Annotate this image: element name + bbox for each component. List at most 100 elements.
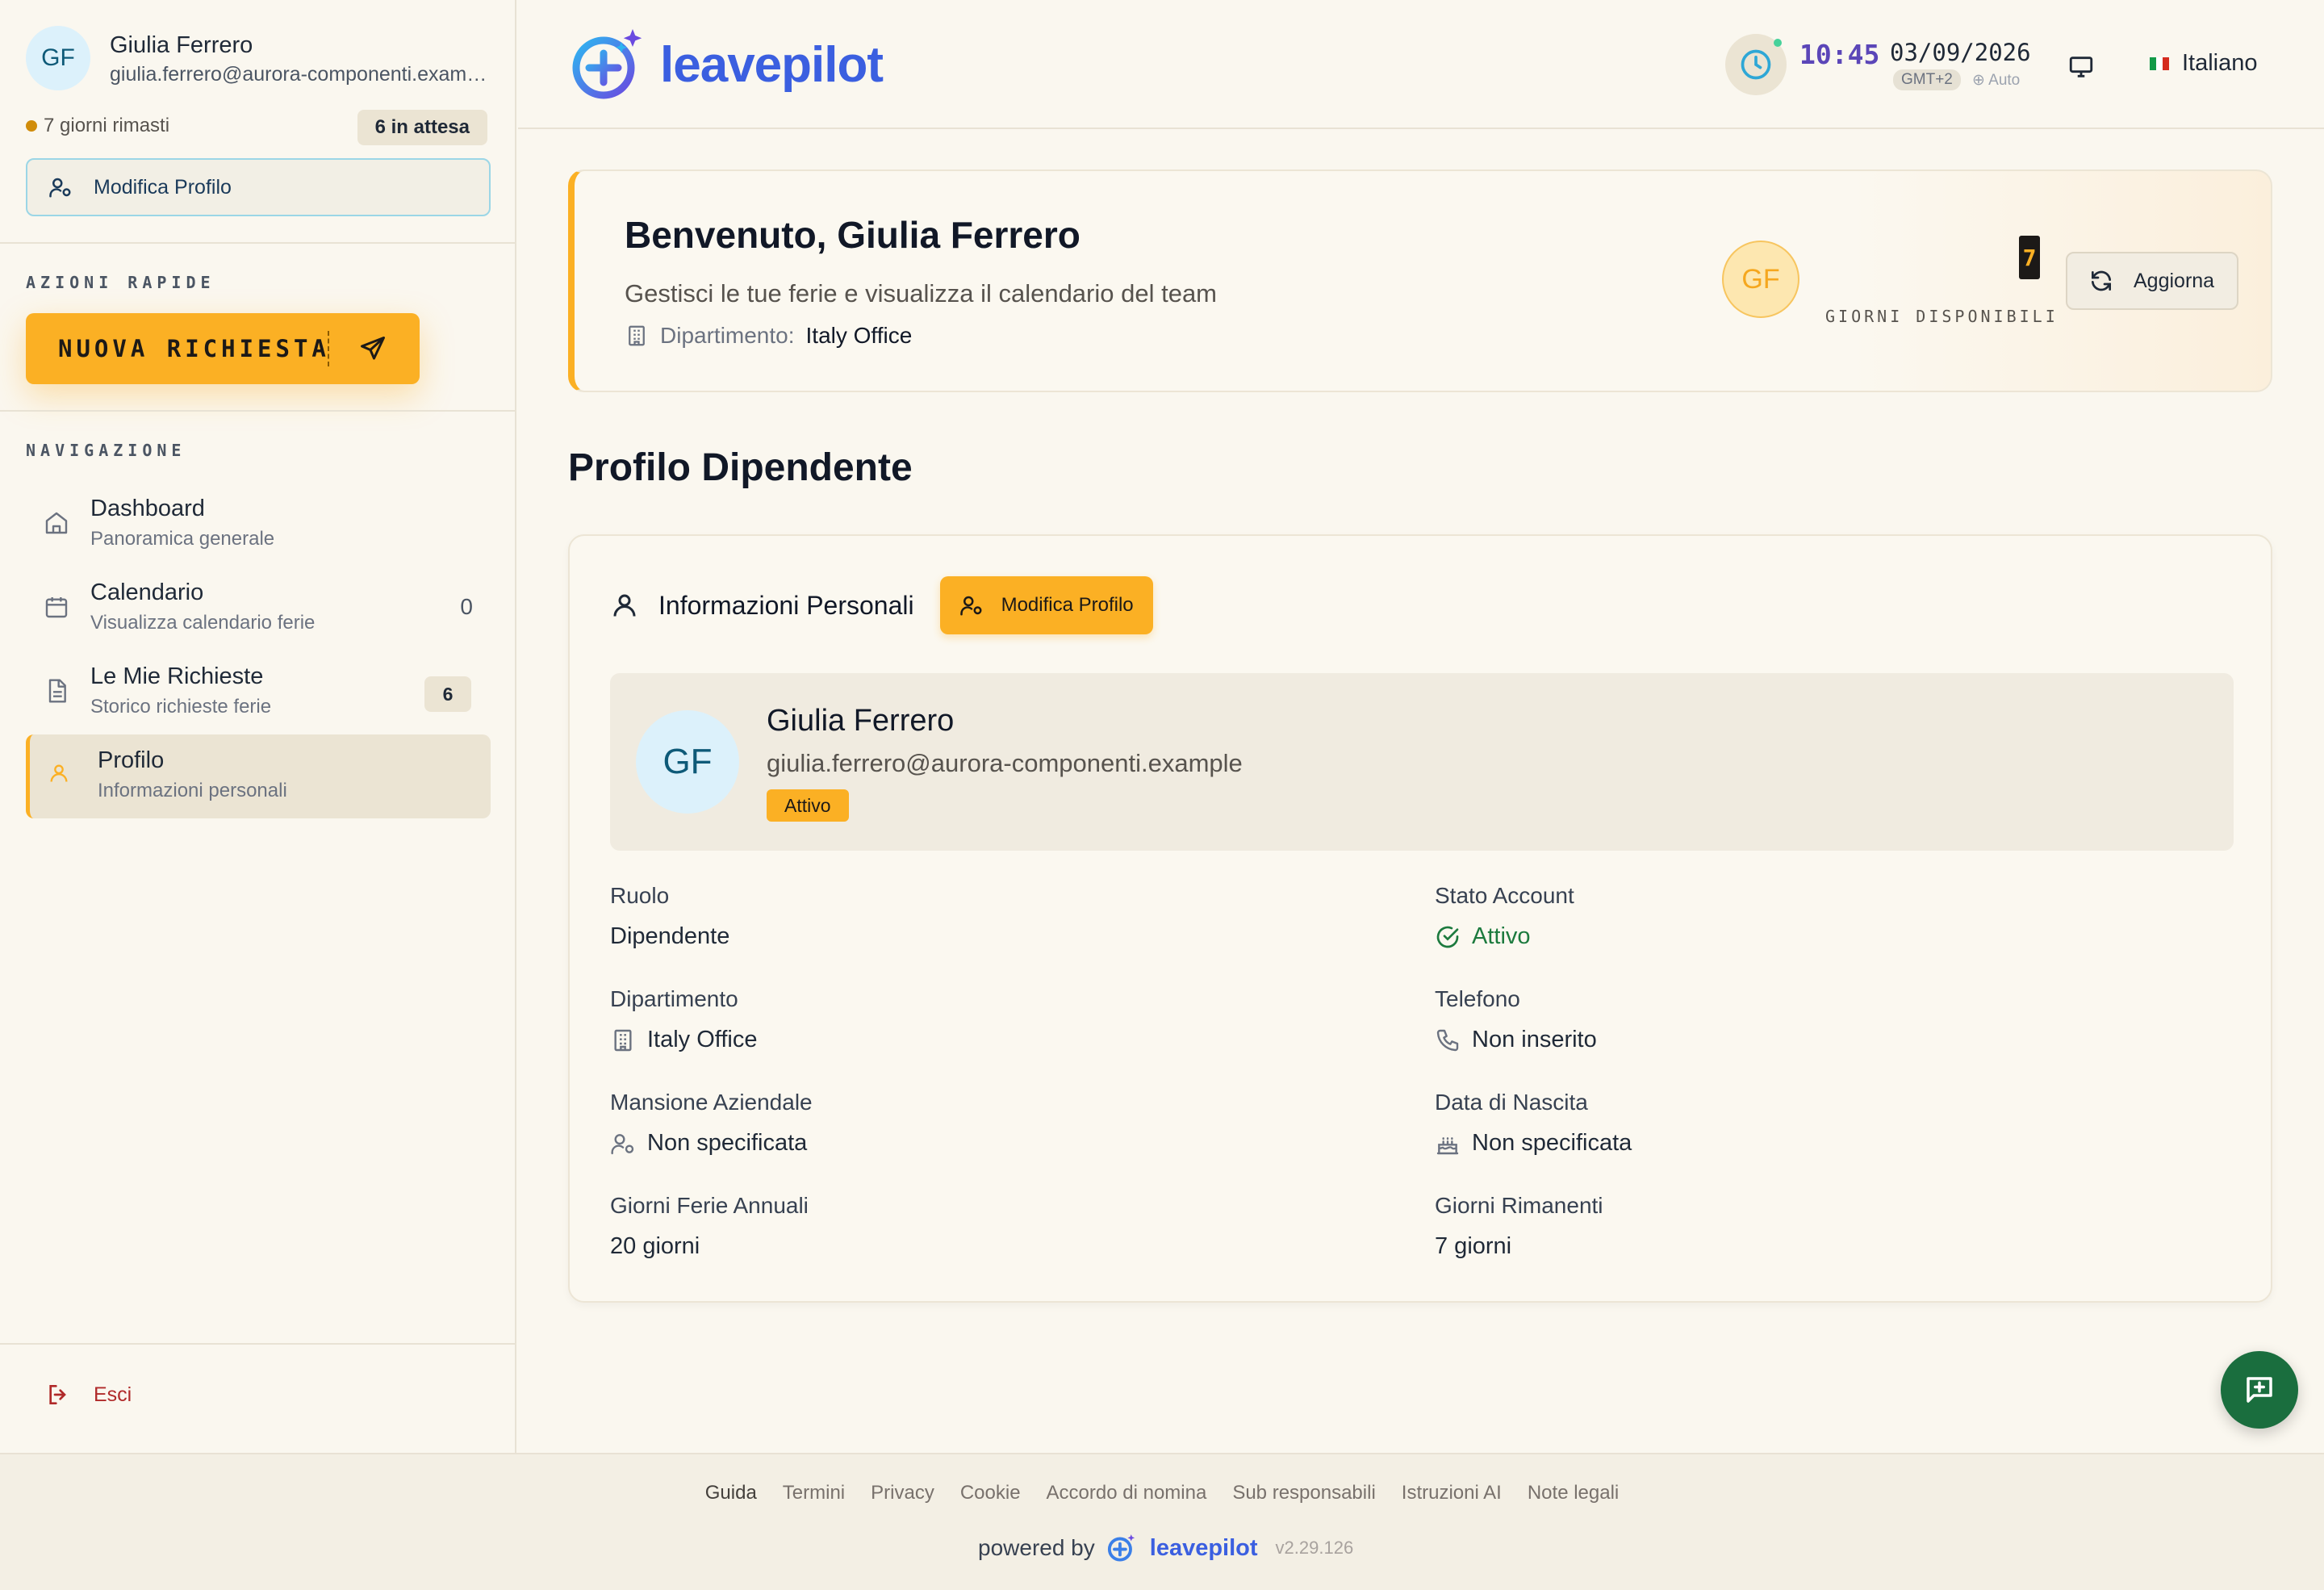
user-cog-icon <box>959 596 982 616</box>
welcome-card: Benvenuto, Giulia Ferrero Gestisci le tu… <box>568 169 2272 392</box>
sidebar-item-profile[interactable]: Profilo Informazioni personali <box>26 734 491 818</box>
nav-badge: 6 <box>424 676 471 712</box>
footer-link-appointment[interactable]: Accordo di nomina <box>1047 1482 1207 1504</box>
auto-label: Auto <box>1988 72 2021 89</box>
sidebar-item-calendar[interactable]: Calendario Visualizza calendario ferie 0 <box>26 567 491 651</box>
edit-profile-label: Modifica Profilo <box>94 175 232 199</box>
logout-button[interactable]: Esci <box>45 1382 132 1408</box>
footer: Guida Termini Privacy Cookie Accordo di … <box>0 1453 2324 1590</box>
top-header: leavepilot 10:45 03/09/2026 GMT+2 ⊕ Auto… <box>518 0 2324 129</box>
footer-link-cookie[interactable]: Cookie <box>960 1482 1021 1504</box>
monitor-icon[interactable] <box>2067 53 2095 81</box>
footer-link-ai-instructions[interactable]: Istruzioni AI <box>1402 1482 1502 1504</box>
field-value: Non specificata <box>1435 1130 2161 1157</box>
days-available-label: GIORNI DISPONIBILI <box>1825 307 2059 326</box>
nav-subtitle: Panoramica generale <box>90 528 275 550</box>
annual-value: 20 giorni <box>610 1233 700 1259</box>
field-value: 7 giorni <box>1435 1233 2161 1260</box>
timezone-auto: ⊕ Auto <box>1972 71 2020 90</box>
sidebar: GF Giulia Ferrero giulia.ferrero@aurora-… <box>0 0 516 1453</box>
footer-link-guide[interactable]: Guida <box>705 1482 757 1504</box>
field-value: 20 giorni <box>610 1233 1336 1260</box>
field-value: Attivo <box>1435 923 2161 950</box>
footer-link-subprocessors[interactable]: Sub responsabili <box>1232 1482 1375 1504</box>
refresh-button[interactable]: Aggiorna <box>2066 252 2238 310</box>
field-value: Non specificata <box>610 1130 1336 1157</box>
role-value: Dipendente <box>610 923 730 949</box>
profile-email: giulia.ferrero@aurora-componenti.example <box>767 749 1243 777</box>
field-remaining-days: Giorni Rimanenti 7 giorni <box>1435 1193 2161 1260</box>
app-version: v2.29.126 <box>1275 1538 1354 1558</box>
status-badge: Attivo <box>767 789 849 822</box>
building-icon <box>629 325 645 346</box>
send-icon <box>361 337 385 360</box>
logo-plus-icon <box>1107 1534 1135 1562</box>
job-value: Non specificata <box>647 1130 808 1156</box>
divider <box>0 242 516 244</box>
check-circle-icon <box>1436 926 1459 948</box>
navigation-heading: NAVIGAZIONE <box>26 441 186 460</box>
avatar: GF <box>1722 241 1799 318</box>
profile-summary: GF Giulia Ferrero giulia.ferrero@aurora-… <box>610 673 2234 851</box>
profile-card-header: Informazioni Personali Modifica Profilo <box>610 576 1153 634</box>
building-icon <box>614 1029 632 1051</box>
leavepilot-logo[interactable]: leavepilot <box>568 23 884 107</box>
user-icon <box>613 594 636 617</box>
field-label: Dipartimento <box>610 986 738 1011</box>
field-role: Ruolo Dipendente <box>610 883 1336 950</box>
refresh-label: Aggiorna <box>2134 269 2215 292</box>
field-label: Telefono <box>1435 986 1520 1011</box>
edit-profile-button[interactable]: Modifica Profilo <box>26 158 491 216</box>
field-label: Ruolo <box>610 883 670 908</box>
nav-title: Le Mie Richieste <box>90 663 264 689</box>
user-name: Giulia Ferrero <box>110 32 253 58</box>
sidebar-item-dashboard[interactable]: Dashboard Panoramica generale <box>26 483 491 567</box>
logout-label: Esci <box>94 1383 132 1406</box>
welcome-subtitle: Gestisci le tue ferie e visualizza il ca… <box>625 279 1218 308</box>
birth-value: Non specificata <box>1472 1130 1632 1156</box>
footer-link-legal[interactable]: Note legali <box>1528 1482 1619 1504</box>
welcome-title: Benvenuto, Giulia Ferrero <box>625 214 1080 256</box>
powered-by: powered by leavepilot v2.29.126 <box>978 1532 1353 1564</box>
new-request-button[interactable]: NUOVA RICHIESTA <box>26 313 420 384</box>
profile-card: Informazioni Personali Modifica Profilo … <box>568 534 2272 1303</box>
footer-link-terms[interactable]: Termini <box>783 1482 845 1504</box>
nav-title: Calendario <box>90 580 204 605</box>
footer-logo-text[interactable]: leavepilot <box>1150 1535 1258 1562</box>
italy-flag-icon <box>2150 56 2169 70</box>
language-label: Italiano <box>2182 50 2258 76</box>
field-value: Dipendente <box>610 923 1336 950</box>
field-department: Dipartimento Italy Office <box>610 986 1336 1053</box>
days-remaining-label: 7 giorni rimasti <box>44 115 170 136</box>
field-value: Non inserito <box>1435 1027 2161 1053</box>
nav-count: 0 <box>460 594 473 619</box>
nav-title: Dashboard <box>90 496 205 521</box>
language-selector[interactable]: Italiano <box>2150 50 2258 77</box>
remaining-value: 7 giorni <box>1435 1233 1512 1259</box>
chat-button[interactable] <box>2221 1351 2298 1429</box>
globe-icon: ⊕ <box>1972 72 1985 89</box>
field-label: Data di Nascita <box>1435 1090 1588 1115</box>
quick-actions-heading: AZIONI RAPIDE <box>26 273 215 292</box>
current-time: 10:45 <box>1799 39 1880 70</box>
logo-plus-icon <box>572 29 642 99</box>
user-cog-icon <box>611 1133 634 1154</box>
nav-title: Profilo <box>98 747 165 773</box>
section-title: Informazioni Personali <box>658 590 914 620</box>
edit-profile-button[interactable]: Modifica Profilo <box>939 576 1153 634</box>
footer-link-privacy[interactable]: Privacy <box>871 1482 934 1504</box>
home-icon <box>45 512 68 534</box>
department-value: Italy Office <box>647 1027 758 1052</box>
avatar: GF <box>636 710 739 814</box>
field-account-status: Stato Account Attivo <box>1435 883 2161 950</box>
days-available-counter: 7 <box>2019 236 2040 279</box>
chat-plus-icon <box>2247 1377 2272 1403</box>
department-value: Italy Office <box>805 323 913 348</box>
sidebar-item-my-requests[interactable]: Le Mie Richieste Storico richieste ferie… <box>26 651 491 734</box>
edit-profile-label: Modifica Profilo <box>1001 594 1134 616</box>
clock-icon <box>1741 49 1771 80</box>
clock-widget[interactable] <box>1725 34 1787 95</box>
avatar: GF <box>26 26 90 90</box>
field-label: Mansione Aziendale <box>610 1090 813 1115</box>
pending-badge: 6 in attesa <box>357 110 487 145</box>
